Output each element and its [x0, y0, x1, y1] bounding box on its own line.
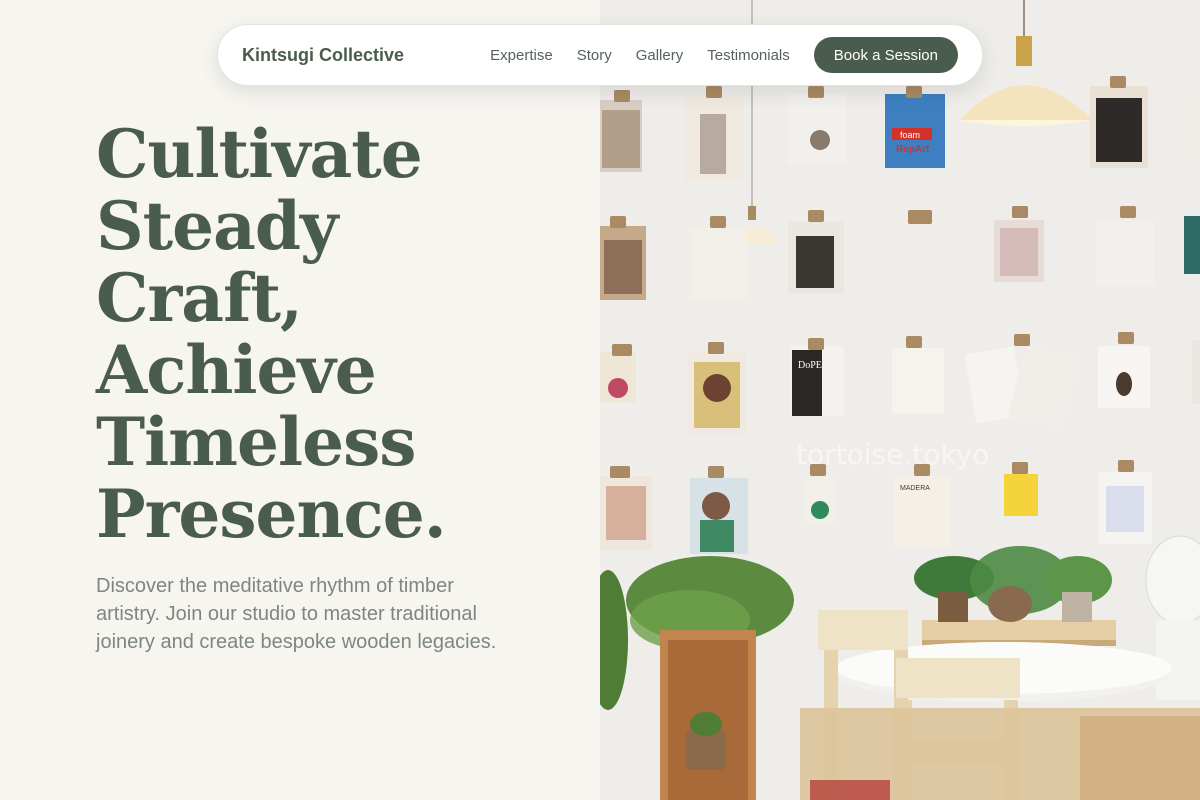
- book-session-button[interactable]: Book a Session: [813, 37, 958, 73]
- magazine-text: MADERA: [900, 485, 930, 492]
- top-navbar: Kintsugi Collective Expertise Story Gall…: [217, 24, 983, 86]
- hero-title-line: Achieve: [96, 331, 377, 409]
- hero-subtitle: Discover the meditative rhythm of timber…: [96, 575, 497, 653]
- nav-links: Expertise Story Gallery Testimonials Boo…: [490, 37, 958, 73]
- brand-logo[interactable]: Kintsugi Collective: [242, 45, 404, 66]
- hero-title-line: Timeless: [96, 403, 416, 481]
- cafe-wall-illustration: foam RepArt DoPE tortoise.tokyo MADERA: [600, 0, 1200, 800]
- hero-title-line: Cultivate: [96, 115, 423, 193]
- nav-link-gallery[interactable]: Gallery: [636, 47, 684, 64]
- nav-link-story[interactable]: Story: [577, 47, 612, 64]
- nav-link-expertise[interactable]: Expertise: [490, 47, 553, 64]
- hero-photo: foam RepArt DoPE tortoise.tokyo MADERA: [600, 0, 1200, 800]
- magazine-text: DoPE: [798, 360, 822, 371]
- magazine-text: RepArt: [896, 144, 930, 155]
- magazine-text: foam: [900, 130, 920, 140]
- hero-title-line: Steady: [96, 187, 338, 265]
- nav-link-testimonials[interactable]: Testimonials: [707, 47, 790, 64]
- hero-title-line: Presence.: [96, 475, 447, 553]
- hero-title: Cultivate Steady Craft, Achieve Timeless…: [96, 118, 576, 550]
- hero-title-line: Craft,: [96, 259, 303, 337]
- hero-left-panel: Cultivate Steady Craft, Achieve Timeless…: [0, 0, 600, 800]
